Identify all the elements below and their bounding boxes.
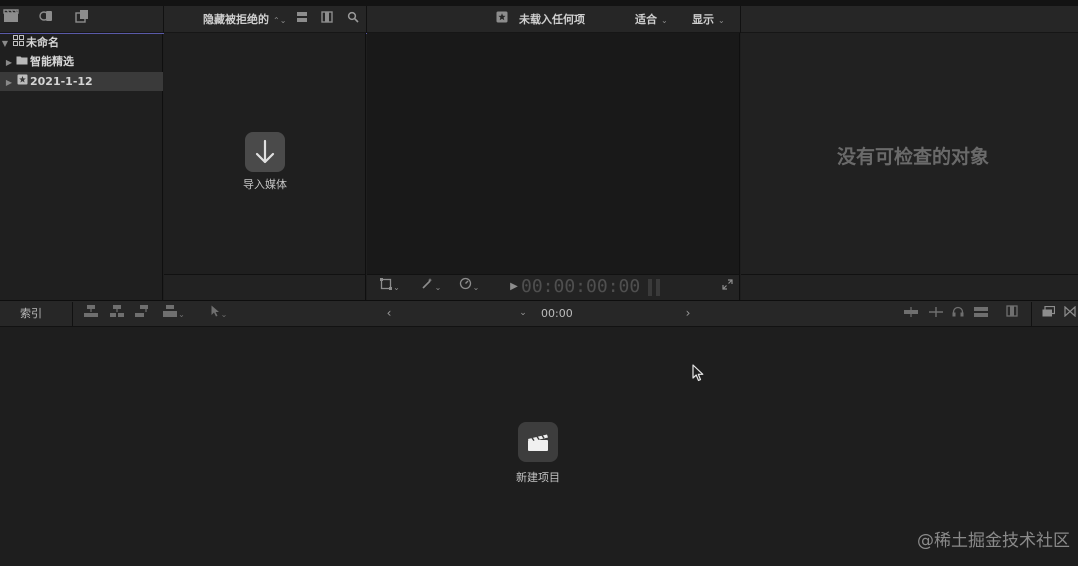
toolbar-separator [163, 6, 164, 33]
speedometer-icon [459, 277, 472, 294]
library-grid-icon [10, 33, 26, 52]
timeline-index-toggle-icon[interactable] [1039, 300, 1057, 327]
viewer-star-icon [494, 6, 510, 33]
import-media-button[interactable] [245, 132, 285, 172]
library-clapper-icon[interactable] [2, 6, 20, 33]
timeline-index-button[interactable]: 索引 [20, 300, 42, 327]
solo-icon[interactable] [972, 300, 990, 327]
play-icon: ▶ [510, 281, 518, 292]
connect-clip-icon[interactable] [82, 300, 100, 327]
transform-icon [380, 278, 393, 294]
browser-footer [164, 274, 366, 300]
chevron-down-icon: ⌄ [434, 283, 442, 292]
disclosure-triangle-closed-icon[interactable]: ▶ [4, 53, 14, 72]
timeline-history-back-button[interactable]: ‹ [382, 300, 396, 327]
chevron-down-icon: ⌄ [718, 16, 725, 25]
event-star-icon [14, 72, 30, 91]
enhancements-menu[interactable]: ⌄ [418, 274, 444, 300]
titles-generators-icon[interactable] [73, 6, 91, 33]
disclosure-triangle-closed-icon[interactable]: ▶ [4, 73, 14, 92]
library-item-label: 智能精选 [30, 55, 74, 68]
clip-appearance-icon[interactable] [294, 6, 310, 33]
overwrite-clip-icon [163, 305, 178, 320]
transitions-browser-icon[interactable] [1062, 300, 1078, 327]
chevron-left-icon: ‹ [386, 306, 392, 320]
viewer-title: 未载入任何项 [519, 13, 585, 26]
toolbar-separator [1031, 302, 1032, 326]
zoom-fit-label: 适合 [635, 13, 657, 26]
pointer-arrow-icon [211, 305, 220, 320]
chevron-down-icon: ⌄ [178, 310, 185, 319]
search-icon[interactable] [345, 6, 361, 33]
play-button[interactable]: ▶ [507, 274, 521, 300]
viewer-timecode[interactable]: 00:00:00:00 [521, 276, 640, 298]
mouse-cursor-icon [692, 364, 706, 382]
view-display-popup[interactable]: 显示 ⌄ [692, 6, 725, 33]
tool-menu[interactable]: ⌄ [206, 300, 232, 327]
toolbar-separator [72, 302, 73, 326]
toolbar-separator [366, 6, 367, 33]
retime-menu[interactable]: ⌄ [456, 274, 482, 300]
expand-arrows-icon [721, 279, 733, 294]
folder-icon [14, 52, 30, 71]
clapperboard-icon [528, 434, 548, 451]
watermark: @稀土掘金技术社区 [917, 531, 1070, 551]
inspector-footer [741, 274, 1078, 300]
overwrite-menu[interactable]: ⌄ [160, 300, 188, 327]
up-down-chevron-icon: ⌃⌄ [273, 16, 287, 25]
disclosure-triangle-open-icon[interactable]: ▼ [0, 34, 10, 53]
library-item-untitled[interactable]: ▼ 未命名 [0, 33, 163, 52]
import-media-label: 导入媒体 [243, 178, 287, 191]
fullscreen-button[interactable] [718, 274, 736, 300]
clip-filter-popup[interactable]: 隐藏被拒绝的 ⌃⌄ [203, 6, 286, 33]
photos-music-icon[interactable] [37, 6, 55, 33]
video-audio-skimming-icon[interactable] [902, 300, 920, 327]
audio-meter-right [656, 279, 660, 296]
chevron-right-icon: › [685, 306, 691, 320]
new-project-button[interactable] [518, 422, 558, 462]
inspector-empty-message: 没有可检查的对象 [836, 146, 989, 168]
new-project-label: 新建项目 [516, 471, 560, 484]
chevron-down-icon: ⌄ [393, 283, 400, 292]
insert-clip-icon[interactable] [108, 300, 126, 327]
append-clip-icon[interactable] [133, 300, 151, 327]
chevron-down-icon: ⌄ [661, 16, 668, 25]
headphones-icon[interactable] [950, 300, 966, 327]
arrow-down-icon [255, 139, 275, 164]
clip-appearance-filmstrip-icon[interactable] [1003, 300, 1021, 327]
timeline-project-menu[interactable]: ⌄ [516, 300, 530, 327]
transform-crop-menu[interactable]: ⌄ [377, 274, 403, 300]
toolbar-separator [740, 6, 741, 33]
chevron-down-icon: ⌄ [472, 283, 480, 292]
view-display-label: 显示 [692, 13, 714, 26]
clip-filter-label: 隐藏被拒绝的 [203, 13, 269, 26]
library-item-smart-collections[interactable]: ▶ 智能精选 [0, 52, 163, 71]
library-item-label: 2021-1-12 [30, 75, 93, 88]
timeline-history-forward-button[interactable]: › [681, 300, 695, 327]
library-item-event[interactable]: ▶ 2021-1-12 [0, 72, 163, 91]
filmstrip-icon[interactable] [319, 6, 335, 33]
zoom-fit-popup[interactable]: 适合 ⌄ [635, 6, 668, 33]
chevron-down-icon: ⌄ [220, 310, 228, 319]
audio-meter-left [648, 279, 652, 296]
audio-skimming-icon[interactable] [927, 300, 945, 327]
magic-wand-icon [421, 278, 434, 294]
viewer-panel [367, 33, 740, 274]
timeline-timecode: 00:00 [541, 307, 573, 320]
chevron-down-icon: ⌄ [519, 308, 527, 318]
library-item-label: 未命名 [26, 36, 59, 49]
